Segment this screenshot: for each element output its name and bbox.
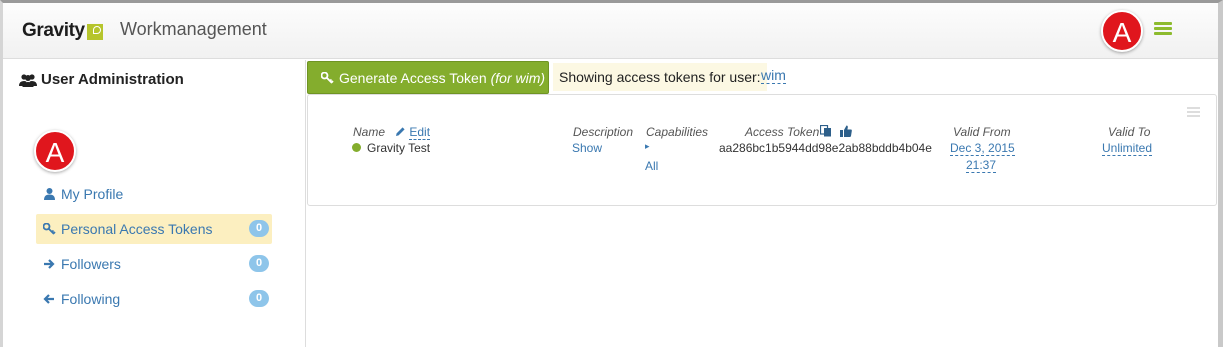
token-name-label: Gravity Test <box>367 141 431 155</box>
sidebar-item-my-profile[interactable]: My Profile <box>36 179 272 209</box>
user-icon <box>42 188 56 200</box>
sidebar-item-following[interactable]: Following 0 <box>36 284 272 314</box>
user-avatar[interactable]: A <box>1101 10 1143 52</box>
logo-text: Gravity <box>22 20 85 41</box>
app-name: Workmanagement <box>120 19 267 39</box>
column-header-valid-from: Valid From <box>953 125 1011 139</box>
count-badge: 0 <box>249 255 269 272</box>
description-show-link[interactable]: Show <box>572 141 602 155</box>
showing-tokens-label: Showing access tokens for user: <box>553 63 767 91</box>
edit-label: Edit <box>409 125 431 140</box>
key-icon <box>321 71 334 84</box>
generate-access-token-button[interactable]: Generate Access Token (for wim) <box>307 61 549 94</box>
users-icon <box>19 73 37 87</box>
sidebar-item-followers[interactable]: Followers 0 <box>36 249 272 279</box>
tokens-panel: Name Edit Description Capabilities Acces… <box>307 94 1217 206</box>
sidebar-item-label: My Profile <box>61 186 124 202</box>
logo-mark <box>86 24 103 40</box>
arrow-right-icon <box>42 258 56 270</box>
sidebar-avatar[interactable]: A <box>34 130 76 172</box>
generate-button-suffix: (for wim) <box>490 69 546 86</box>
column-header-valid-to: Valid To <box>1108 125 1151 139</box>
arrow-left-icon <box>42 293 56 305</box>
column-header-access-token: Access Token <box>745 125 820 139</box>
capabilities-value[interactable]: All <box>645 159 658 173</box>
valid-to-value[interactable]: Unlimited <box>1102 141 1153 156</box>
column-header-description: Description <box>573 125 634 139</box>
edit-name-link[interactable]: Edit <box>395 125 431 140</box>
generate-button-label: Generate Access Token <box>339 69 487 86</box>
valid-from-date[interactable]: Dec 3, 2015 <box>950 141 1015 156</box>
valid-from-time[interactable]: 21:37 <box>966 158 997 173</box>
hamburger-icon[interactable] <box>1154 22 1172 36</box>
top-header: Gravity Workmanagement <box>3 3 1218 59</box>
sidebar-item-label: Following <box>61 291 121 307</box>
gravity-logo[interactable]: Gravity <box>22 20 103 42</box>
sidebar-item-label: Personal Access Tokens <box>61 221 213 237</box>
caret-right-icon[interactable]: ▸ <box>645 141 650 152</box>
sidebar-item-label: Followers <box>61 256 121 272</box>
sidebar-item-personal-access-tokens[interactable]: Personal Access Tokens 0 <box>36 214 272 244</box>
key-icon <box>42 223 56 235</box>
sidebar-title-label: User Administration <box>41 71 184 88</box>
column-header-name: Name <box>353 125 386 139</box>
copy-icon[interactable] <box>819 124 832 140</box>
count-badge: 0 <box>249 290 269 307</box>
sidebar-title: User Administration <box>19 71 184 88</box>
thumbs-up-icon[interactable] <box>840 125 852 140</box>
column-header-capabilities: Capabilities <box>646 125 709 139</box>
count-badge: 0 <box>249 220 269 237</box>
user-selector-link[interactable]: wim <box>761 68 786 84</box>
pencil-icon <box>396 127 405 136</box>
status-indicator <box>352 143 361 152</box>
panel-menu-icon[interactable] <box>1187 107 1200 119</box>
token-name: Gravity Test <box>352 141 430 155</box>
access-token-value: aa286bc1b5944dd98e2ab88bddb4b04e <box>719 141 932 155</box>
